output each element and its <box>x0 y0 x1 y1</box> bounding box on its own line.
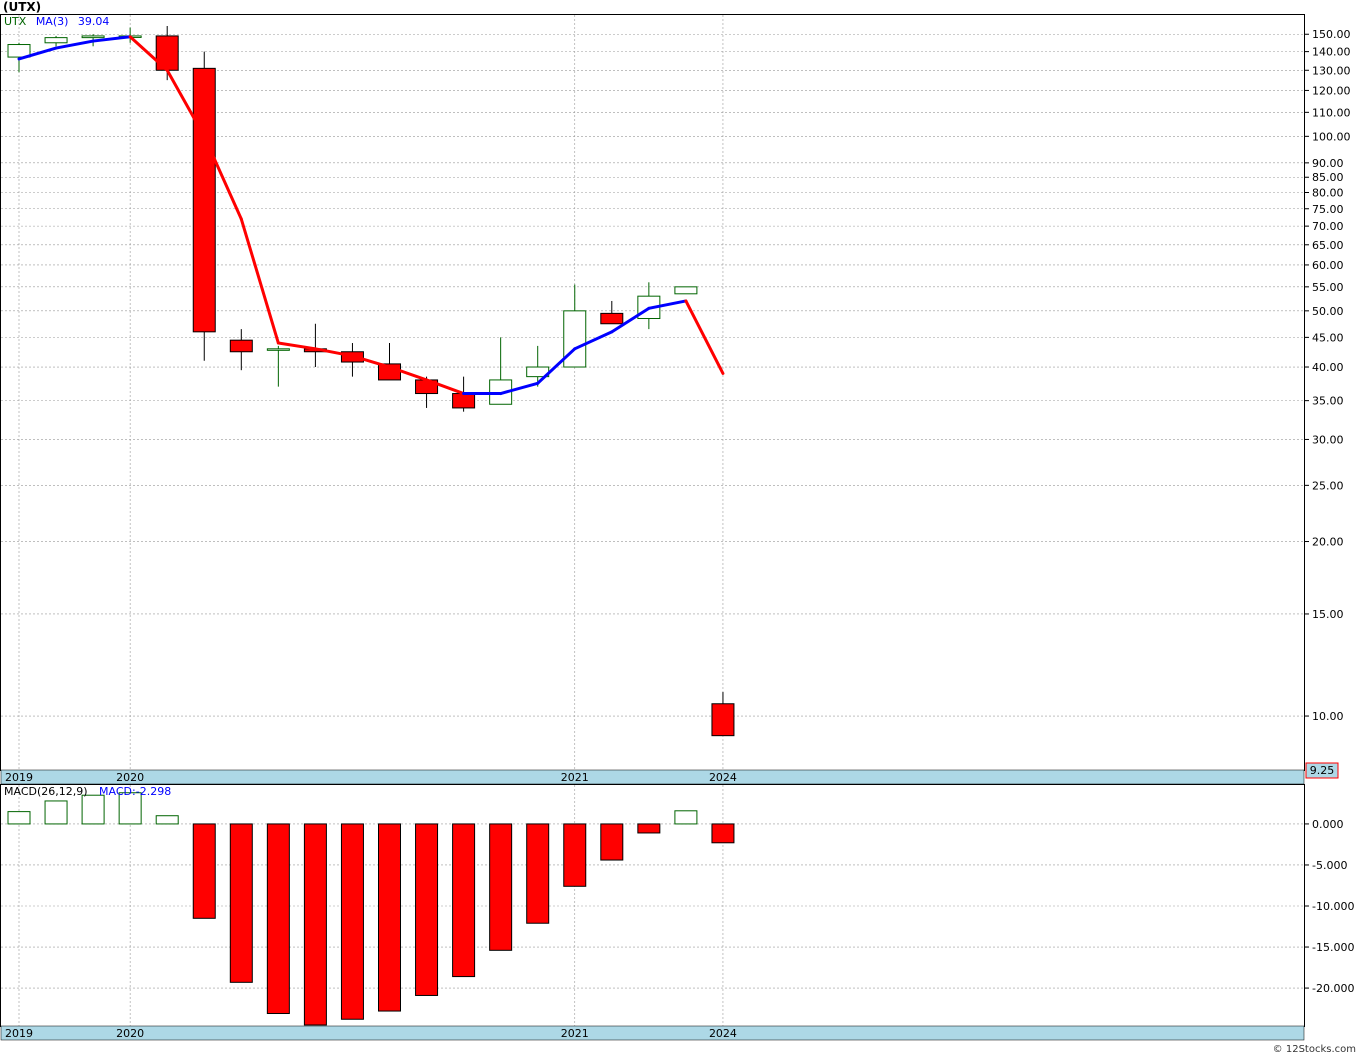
chart-canvas: 150.00 140.00 130.00 120.00 110.00 100.00 90.0… <box>0 0 1356 1055</box>
macd-bar-negative <box>229 823 253 983</box>
chart-title: (UTX) <box>3 0 41 14</box>
legend-symbol: UTX <box>4 15 27 28</box>
date-label: 2021 <box>561 771 589 784</box>
candle-up <box>266 348 290 351</box>
candle-up <box>81 35 105 39</box>
macd-bar-positive <box>155 815 179 825</box>
price-tick-label: 80.00 <box>1312 187 1344 200</box>
price-tick-label: 70.00 <box>1312 220 1344 233</box>
footer-copyright: © 12Stocks.com <box>1273 1044 1356 1055</box>
candle-down <box>711 703 735 737</box>
macd-bar-negative <box>489 823 513 951</box>
price-tick-label: 25.00 <box>1312 479 1344 492</box>
price-tick-label: 40.00 <box>1312 361 1344 374</box>
date-label: 2021 <box>561 1027 589 1040</box>
price-tick-label: 75.00 <box>1312 203 1344 216</box>
macd-bar-negative <box>563 823 587 887</box>
macd-bar-negative <box>192 823 216 919</box>
price-tick-label: 110.00 <box>1312 106 1351 119</box>
macd-tick-label: -10.000 <box>1312 900 1354 913</box>
date-label: 2020 <box>116 1027 144 1040</box>
macd-legend: MACD(26,12,9) MACD:-2.298 <box>4 785 171 798</box>
macd-bar-negative <box>303 823 327 1026</box>
macd-tick-label: -5.000 <box>1312 859 1347 872</box>
macd-bar-negative <box>452 823 476 978</box>
price-tick-label: 120.00 <box>1312 84 1351 97</box>
macd-tick-label: -15.000 <box>1312 941 1354 954</box>
legend-ma-value: 39.04 <box>78 15 110 28</box>
macd-tick-label: 0.000 <box>1312 818 1344 831</box>
candle-down <box>452 393 476 409</box>
candle-up <box>44 37 68 44</box>
price-tick-label: 130.00 <box>1312 64 1351 77</box>
price-tick-label: 10.00 <box>1312 710 1344 723</box>
last-price-label: 9.25 <box>1310 764 1335 777</box>
price-tick-label: 30.00 <box>1312 433 1344 446</box>
ma-segment <box>276 341 317 351</box>
macd-bar-negative <box>378 823 401 1012</box>
macd-bar-negative <box>415 823 439 996</box>
macd-bar-negative <box>340 823 364 1020</box>
candle-down <box>192 67 216 333</box>
price-tick-label: 50.00 <box>1312 305 1344 318</box>
macd-histogram <box>7 792 735 1026</box>
macd-date-axis-band <box>0 1025 1305 1041</box>
legend-ma-label: MA(3) <box>36 15 69 28</box>
price-tick-label: 85.00 <box>1312 171 1344 184</box>
candle-down <box>229 339 253 353</box>
macd-bar-negative <box>600 823 624 861</box>
date-label: 2024 <box>709 1027 737 1040</box>
price-tick-label: 15.00 <box>1312 608 1344 621</box>
price-tick-label: 90.00 <box>1312 157 1344 170</box>
candle-down <box>600 312 624 325</box>
price-tick-label: 150.00 <box>1312 28 1351 41</box>
ma-segment <box>239 217 280 345</box>
macd-bar-negative <box>637 823 661 834</box>
macd-bar-negative <box>266 823 290 1015</box>
date-label: 2020 <box>116 771 144 784</box>
price-y-axis: 150.00 140.00 130.00 120.00 110.00 100.00 90.0… <box>1304 28 1351 723</box>
macd-bar-positive <box>81 794 105 825</box>
price-date-axis-band <box>0 769 1305 785</box>
candlestick-series <box>7 25 735 737</box>
price-tick-label: 45.00 <box>1312 331 1344 344</box>
candle-up <box>674 286 698 295</box>
price-tick-label: 140.00 <box>1312 46 1351 59</box>
price-tick-label: 35.00 <box>1312 395 1344 408</box>
date-label: 2024 <box>709 771 737 784</box>
date-label: 2019 <box>5 771 33 784</box>
price-tick-label: 100.00 <box>1312 130 1351 143</box>
price-tick-label: 20.00 <box>1312 536 1344 549</box>
candle-up <box>563 310 587 368</box>
price-tick-label: 60.00 <box>1312 259 1344 272</box>
macd-bar-negative <box>711 823 735 844</box>
macd-tick-label: -20.000 <box>1312 982 1354 995</box>
macd-y-axis: 0.000 -5.000 -10.000 -15.000 -20.000 <box>1304 818 1354 995</box>
macd-bar-positive <box>674 810 698 825</box>
price-tick-label: 65.00 <box>1312 239 1344 252</box>
macd-bar-negative <box>526 823 550 924</box>
price-legend: UTX MA(3) 39.04 <box>4 15 109 28</box>
macd-legend-value: MACD:-2.298 <box>99 785 171 798</box>
macd-bar-positive <box>7 811 31 825</box>
macd-bar-positive <box>44 800 68 825</box>
macd-legend-label: MACD(26,12,9) <box>4 785 88 798</box>
date-label: 2019 <box>5 1027 33 1040</box>
price-tick-label: 55.00 <box>1312 281 1344 294</box>
